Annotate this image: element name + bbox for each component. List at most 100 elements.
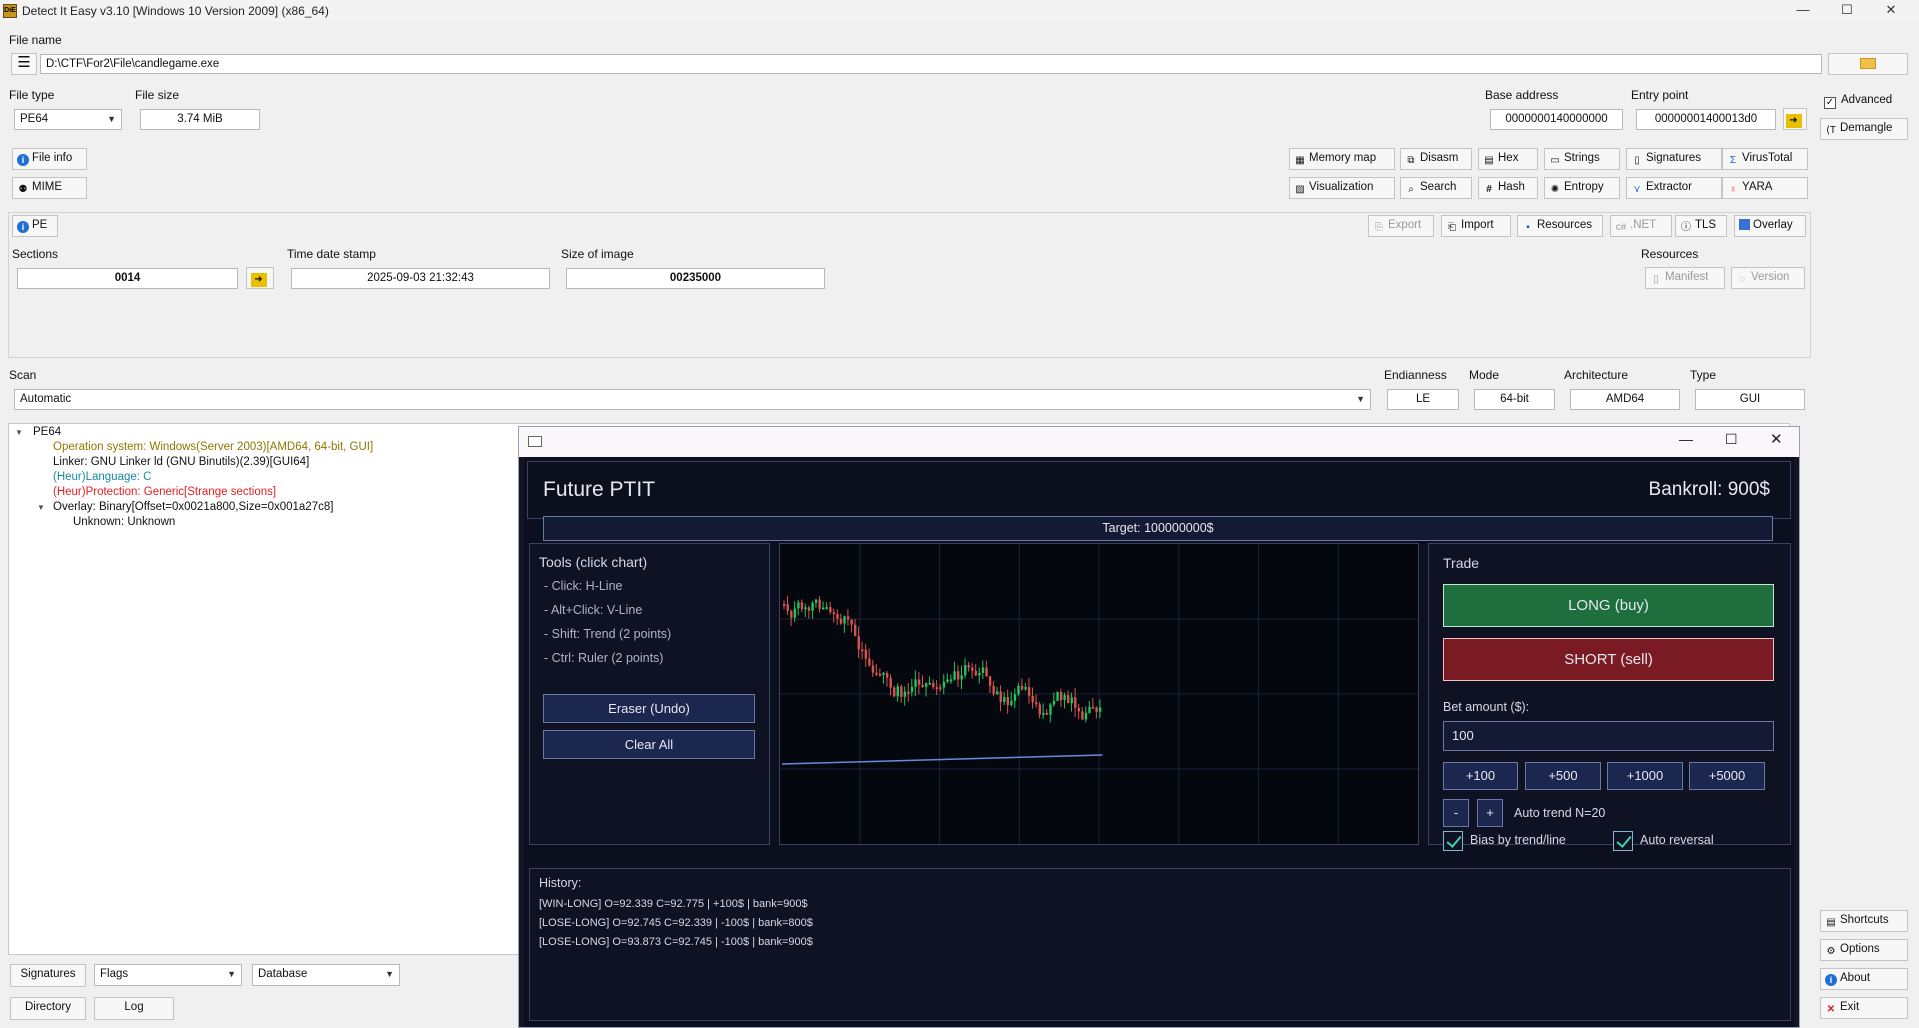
window-title: Detect It Easy v3.10 [Windows 10 Version… — [22, 4, 329, 18]
signatures-bottom-button[interactable]: Signatures — [10, 964, 86, 987]
candle-body — [1084, 712, 1088, 720]
collapse-icon[interactable]: ▼ — [15, 428, 23, 437]
pe-button[interactable]: i PE — [12, 215, 58, 237]
extractor-button[interactable]: ⋎ Extractor — [1626, 177, 1722, 199]
scan-mode-select[interactable]: Automatic ▼ — [14, 389, 1371, 410]
candle-body — [822, 607, 825, 610]
shortcuts-button[interactable]: ▤ Shortcuts — [1820, 910, 1908, 932]
minimize-button[interactable]: — — [1781, 0, 1825, 22]
yara-button[interactable]: ♁ YARA — [1722, 177, 1808, 199]
game-maximize-button[interactable]: ☐ — [1725, 431, 1738, 448]
candle-body — [1035, 702, 1038, 705]
candle-body — [903, 691, 907, 697]
manifest-button[interactable]: ▯ Manifest — [1645, 267, 1725, 289]
dotnet-button[interactable]: c# .NET — [1610, 215, 1672, 237]
game-content: Future PTIT Bankroll: 900$ Target: 10000… — [524, 457, 1794, 1027]
tree-root[interactable]: PE64 — [33, 426, 61, 438]
maximize-button[interactable]: ☐ — [1825, 0, 1869, 22]
export-button[interactable]: ⎘ Export — [1368, 215, 1434, 237]
file-path-input[interactable]: D:\CTF\For2\File\candlegame.exe — [40, 54, 1822, 74]
clear-all-button[interactable]: Clear All — [543, 730, 755, 759]
candle-body — [1074, 697, 1077, 708]
candle-body — [829, 607, 832, 613]
options-button[interactable]: ⚙ Options — [1820, 939, 1908, 961]
candle-body — [861, 649, 864, 652]
candle-body — [1091, 706, 1095, 709]
trend-decrease-button[interactable]: - — [1443, 799, 1469, 827]
increment-1000-button[interactable]: +1000 — [1607, 762, 1683, 790]
exit-button[interactable]: ✕ Exit — [1820, 997, 1908, 1019]
collapse-icon[interactable]: ▼ — [37, 503, 45, 512]
directory-button[interactable]: Directory — [10, 997, 86, 1020]
trend-increase-button[interactable]: + — [1477, 799, 1503, 827]
resources-button[interactable]: ▪ Resources — [1517, 215, 1603, 237]
tree-item[interactable]: (Heur)Language: C — [53, 471, 151, 483]
candle-body — [807, 607, 811, 611]
file-type-select[interactable]: PE64 ▼ — [14, 109, 122, 130]
candlestick-chart[interactable] — [779, 543, 1419, 845]
tool-hint: - Alt+Click: V-Line — [544, 603, 643, 617]
increment-100-button[interactable]: +100 — [1443, 762, 1518, 790]
candle-body — [1059, 691, 1063, 701]
long-buy-button[interactable]: LONG (buy) — [1443, 584, 1774, 627]
database-select[interactable]: Database ▼ — [252, 964, 400, 986]
game-close-button[interactable]: ✕ — [1770, 430, 1783, 448]
tree-item[interactable]: Operation system: Windows(Server 2003)[A… — [53, 441, 373, 453]
memory-map-button[interactable]: ▦ Memory map — [1289, 148, 1395, 170]
advanced-checkbox[interactable]: ✓ Advanced — [1820, 91, 1908, 113]
tree-item[interactable]: Linker: GNU Linker ld (GNU Binutils)(2.3… — [53, 456, 309, 468]
candle-body — [1006, 697, 1010, 706]
entry-point-follow-button[interactable]: ➜ — [1783, 108, 1807, 130]
menu-icon[interactable]: ☰ — [11, 53, 37, 75]
candle-body — [910, 686, 914, 692]
scan-label: Scan — [9, 368, 37, 382]
mime-button[interactable]: ⚉ MIME — [12, 177, 87, 199]
candle-body — [935, 687, 939, 690]
folder-icon[interactable] — [1828, 53, 1908, 75]
auto-reversal-checkbox[interactable] — [1613, 831, 1633, 851]
flags-select[interactable]: Flags ▼ — [94, 964, 242, 986]
import-button[interactable]: ⎗ Import — [1441, 215, 1511, 237]
base-address-value: 0000000140000000 — [1490, 109, 1623, 130]
search-button[interactable]: ⌕ Search — [1400, 177, 1472, 199]
short-sell-button[interactable]: SHORT (sell) — [1443, 638, 1774, 681]
candle-body — [1067, 695, 1070, 704]
chart-canvas[interactable] — [780, 544, 1418, 844]
entropy-button[interactable]: ✺ Entropy — [1544, 177, 1620, 199]
bias-checkbox[interactable] — [1443, 831, 1463, 851]
overlay-button[interactable]: Overlay — [1734, 215, 1806, 237]
endianness-label: Endianness — [1384, 368, 1447, 382]
version-button[interactable]: ◌ Version — [1731, 267, 1805, 289]
candle-body — [942, 681, 946, 688]
visualization-button[interactable]: ▨ Visualization — [1289, 177, 1395, 199]
sections-follow-button[interactable]: ➜ — [246, 267, 274, 289]
tree-item[interactable]: Overlay: Binary[Offset=0x0021a800,Size=0… — [53, 501, 333, 513]
hex-button[interactable]: ▤ Hex — [1478, 148, 1538, 170]
about-button[interactable]: i About — [1820, 968, 1908, 990]
game-minimize-button[interactable]: — — [1679, 431, 1693, 447]
candle-body — [946, 679, 949, 682]
candle-body — [900, 686, 903, 697]
bet-amount-input[interactable]: 100 — [1443, 721, 1774, 751]
strings-button[interactable]: ▭ Strings — [1544, 148, 1620, 170]
tree-item[interactable]: Unknown: Unknown — [73, 516, 175, 528]
signatures-button[interactable]: ▯ Signatures — [1626, 148, 1722, 170]
endianness-value: LE — [1387, 389, 1459, 410]
increment-500-button[interactable]: +500 — [1525, 762, 1601, 790]
tree-item[interactable]: (Heur)Protection: Generic[Strange sectio… — [53, 486, 276, 498]
bias-label: Bias by trend/line — [1470, 833, 1566, 847]
virustotal-button[interactable]: Σ VirusTotal — [1722, 148, 1808, 170]
file-info-button[interactable]: i File info — [12, 148, 87, 170]
candle-body — [1077, 707, 1081, 712]
increment-5000-button[interactable]: +5000 — [1689, 762, 1765, 790]
hash-button[interactable]: # Hash — [1478, 177, 1538, 199]
close-button[interactable]: ✕ — [1869, 0, 1913, 22]
disasm-button[interactable]: ⧉ Disasm — [1400, 148, 1472, 170]
candle-body — [832, 612, 836, 615]
log-button[interactable]: Log — [94, 997, 174, 1020]
eraser-undo-button[interactable]: Eraser (Undo) — [543, 694, 755, 723]
tls-button[interactable]: ⓘ TLS — [1675, 215, 1727, 237]
demangle-button[interactable]: ⟨T Demangle — [1820, 118, 1908, 140]
image-icon: ▨ — [1295, 184, 1305, 195]
mime-icon: ⚉ — [18, 184, 28, 195]
